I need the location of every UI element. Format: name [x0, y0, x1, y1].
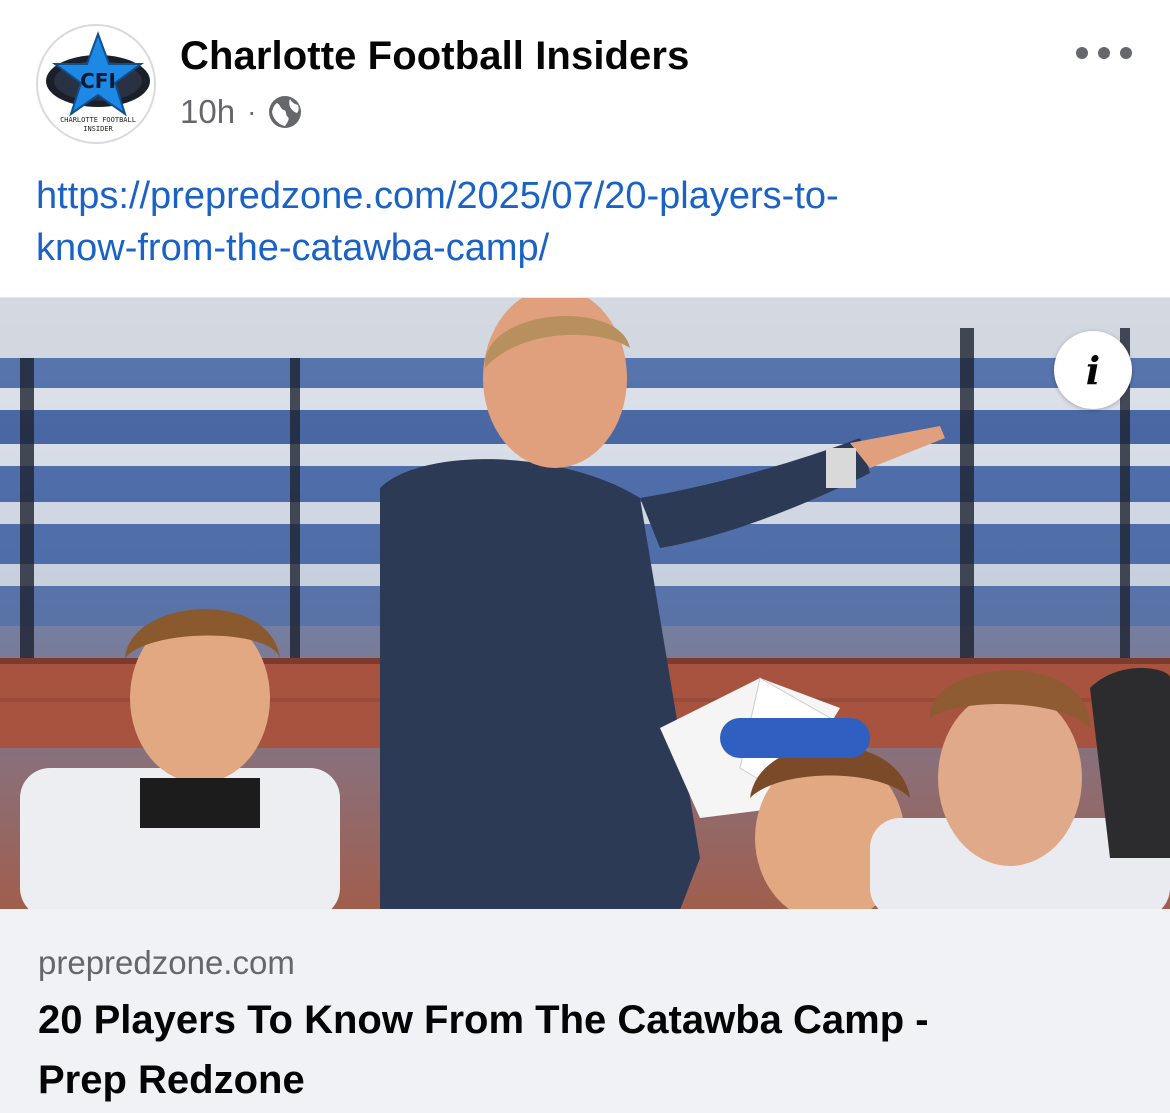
logo-subtext-2: INSIDER: [83, 125, 113, 133]
post-meta: 10h ·: [180, 92, 302, 132]
link-card-title-line-2: Prep Redzone: [38, 1058, 305, 1102]
coach-photo: [0, 298, 1170, 909]
cfi-logo: CFI CHARLOTTE FOOTBALL INSIDER: [46, 31, 150, 133]
post-link-line-1[interactable]: https://prepredzone.com/2025/07/20-playe…: [36, 170, 1136, 222]
link-card-domain: prepredzone.com: [38, 944, 295, 981]
more-options-button[interactable]: [1076, 40, 1132, 66]
info-icon: i: [1085, 347, 1101, 393]
link-preview-image[interactable]: [0, 297, 1170, 909]
post-link-line-2[interactable]: know-from-the-catawba-camp/: [36, 222, 1136, 274]
logo-text: CFI: [80, 69, 116, 93]
logo-subtext: CHARLOTTE FOOTBALL: [60, 116, 136, 124]
post-link[interactable]: https://prepredzone.com/2025/07/20-playe…: [36, 170, 1136, 274]
more-dot: [1120, 47, 1132, 59]
meta-separator: ·: [247, 96, 257, 127]
post-header: CFI CHARLOTTE FOOTBALL INSIDER Charlotte…: [0, 0, 1170, 160]
link-card-title[interactable]: 20 Players To Know From The Catawba Camp…: [38, 990, 1138, 1110]
info-button[interactable]: i: [1054, 331, 1132, 409]
more-dot: [1098, 47, 1110, 59]
link-card-title-line-1: 20 Players To Know From The Catawba Camp…: [38, 998, 929, 1042]
post-timestamp[interactable]: 10h: [180, 93, 235, 131]
page-name[interactable]: Charlotte Football Insiders: [180, 34, 689, 79]
page-avatar[interactable]: CFI CHARLOTTE FOOTBALL INSIDER: [36, 24, 156, 144]
more-dot: [1076, 47, 1088, 59]
globe-icon[interactable]: [268, 95, 302, 129]
